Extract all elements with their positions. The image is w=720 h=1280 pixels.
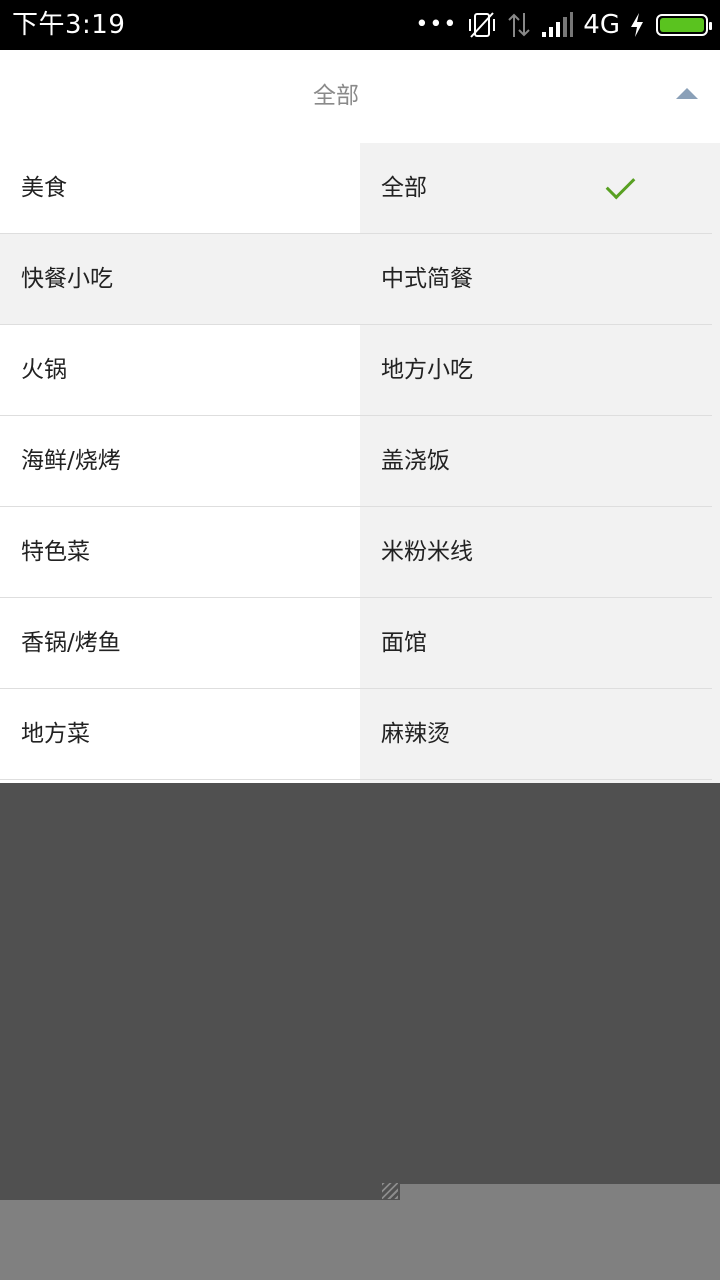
network-type: 4G	[583, 10, 620, 40]
category-item[interactable]: 特色菜	[0, 507, 360, 598]
subcategory-label: 地方小吃	[381, 357, 473, 383]
filter-title: 全部	[313, 83, 359, 109]
status-bar: 下午3:19 ••• 4G	[0, 0, 720, 50]
subcategory-label: 中式简餐	[381, 266, 473, 292]
category-item[interactable]: 海鲜/烧烤	[0, 416, 360, 507]
category-label: 快餐小吃	[21, 266, 113, 292]
category-item[interactable]: 美食	[0, 143, 360, 234]
vibrate-off-icon	[469, 12, 496, 38]
status-time: 下午3:19	[12, 10, 126, 40]
more-notifications-icon: •••	[415, 12, 458, 37]
category-list: 美食 快餐小吃 火锅 海鲜/烧烤 特色菜 香锅/烤鱼 地方菜	[0, 143, 360, 783]
category-item[interactable]: 香锅/烤鱼	[0, 598, 360, 689]
category-label: 海鲜/烧烤	[21, 448, 121, 474]
category-label: 香锅/烤鱼	[21, 630, 121, 656]
signal-icon	[542, 12, 574, 37]
checkmark-icon	[605, 169, 636, 200]
status-icons: ••• 4G	[415, 8, 712, 42]
dim-overlay[interactable]	[0, 783, 720, 1200]
category-label: 地方菜	[21, 721, 90, 747]
category-label: 美食	[21, 175, 67, 201]
subcategory-item[interactable]: 米粉米线	[360, 507, 712, 598]
battery-icon	[656, 14, 712, 36]
subcategory-label: 面馆	[381, 630, 427, 656]
subcategory-list: 全部 中式简餐 地方小吃 盖浇饭 米粉米线 面馆 麻辣烫	[360, 143, 720, 783]
subcategory-label: 盖浇饭	[381, 448, 450, 474]
subcategory-label: 麻辣烫	[381, 721, 450, 747]
category-filter-header[interactable]: 全部	[0, 50, 720, 143]
category-item-selected[interactable]: 快餐小吃	[0, 234, 360, 325]
collapse-arrow-icon[interactable]	[676, 88, 698, 99]
subcategory-label: 全部	[381, 175, 427, 201]
data-transfer-icon	[508, 13, 531, 37]
subcategory-item[interactable]: 地方小吃	[360, 325, 712, 416]
category-label: 特色菜	[21, 539, 90, 565]
resize-grip-icon	[382, 1183, 398, 1199]
category-item[interactable]: 地方菜	[0, 689, 360, 780]
battery-level	[660, 18, 704, 32]
subcategory-item[interactable]: 面馆	[360, 598, 712, 689]
subcategory-item[interactable]: 盖浇饭	[360, 416, 712, 507]
category-item[interactable]: 火锅	[0, 325, 360, 416]
charging-icon	[631, 13, 643, 37]
background-strip	[400, 1184, 720, 1200]
subcategory-item[interactable]: 中式简餐	[360, 234, 712, 325]
subcategory-label: 米粉米线	[381, 539, 473, 565]
category-label: 火锅	[21, 357, 67, 383]
subcategory-item[interactable]: 麻辣烫	[360, 689, 712, 780]
subcategory-item-selected[interactable]: 全部	[360, 143, 712, 234]
